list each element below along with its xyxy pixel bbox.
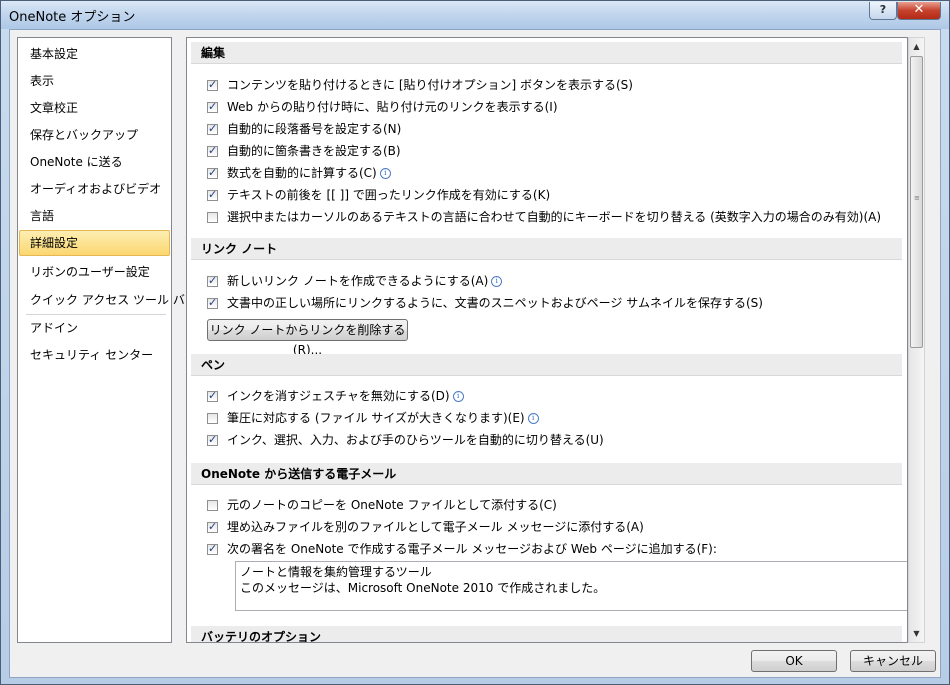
option-label: Web からの貼り付け時に、貼り付け元のリンクを表示する(I) — [227, 100, 558, 114]
checkbox[interactable] — [207, 432, 218, 448]
section-header-linked-notes: リンク ノート — [191, 238, 902, 260]
signature-line: ノートと情報を集約管理するツール — [240, 565, 432, 579]
option-pressure-sensitivity[interactable]: 筆圧に対応する (ファイル サイズが大きくなります)(E) i — [207, 409, 539, 427]
option-label: 数式を自動的に計算する(C) — [227, 166, 377, 180]
settings-panel: 編集 コンテンツを貼り付けるときに [貼り付けオプション] ボタンを表示する(S… — [186, 37, 908, 643]
checkbox[interactable] — [207, 121, 218, 137]
options-dialog: OneNote オプション ? ✕ 基本設定 表示 文章校正 保存とバックアップ… — [0, 0, 950, 685]
remove-links-button[interactable]: リンク ノートからリンクを削除する(R)... — [207, 319, 408, 357]
option-auto-numbering[interactable]: 自動的に段落番号を設定する(N) — [207, 120, 401, 138]
checkbox[interactable] — [207, 413, 218, 424]
grip-icon: ≡ — [914, 194, 920, 202]
checkbox[interactable] — [207, 212, 218, 223]
option-auto-keyboard[interactable]: 選択中またはカーソルのあるテキストの言語に合わせて自動的にキーボードを切り替える… — [207, 208, 881, 226]
category-list: 基本設定 表示 文章校正 保存とバックアップ OneNote に送る オーディオ… — [17, 37, 197, 643]
nav-item-trust-center[interactable]: セキュリティ センター — [19, 342, 170, 368]
option-allow-linked-notes[interactable]: 新しいリンク ノートを作成できるようにする(A)i — [207, 272, 503, 290]
option-label: コンテンツを貼り付けるときに [貼り付けオプション] ボタンを表示する(S) — [227, 78, 633, 92]
close-button[interactable]: ✕ — [897, 2, 941, 20]
scrollbar-thumb[interactable]: ≡ — [910, 56, 923, 348]
option-label: 自動的に段落番号を設定する(N) — [227, 122, 402, 136]
option-label: 次の署名を OneNote で作成する電子メール メッセージおよび Web ペー… — [227, 542, 717, 556]
option-label: 埋め込みファイルを別のファイルとして電子メール メッセージに添付する(A) — [227, 520, 644, 534]
checkbox[interactable] — [207, 187, 218, 203]
info-icon[interactable]: i — [452, 391, 464, 402]
option-label: 新しいリンク ノートを作成できるようにする(A) — [227, 274, 489, 288]
checkbox[interactable] — [207, 500, 218, 511]
section-header-email: OneNote から送信する電子メール — [191, 463, 902, 485]
checkbox[interactable] — [207, 165, 218, 181]
vertical-scrollbar[interactable]: ▲ ≡ ▼ — [908, 37, 925, 643]
option-auto-calculate[interactable]: 数式を自動的に計算する(C)i — [207, 164, 391, 182]
nav-item-audio-video[interactable]: オーディオおよびビデオ — [19, 176, 170, 202]
nav-item-language[interactable]: 言語 — [19, 203, 170, 229]
ok-button[interactable]: OK — [751, 650, 837, 672]
section-header-battery: バッテリのオプション — [191, 626, 902, 642]
signature-line: このメッセージは、Microsoft OneNote 2010 で作成されました… — [240, 581, 606, 595]
option-attach-onenote-copy[interactable]: 元のノートのコピーを OneNote ファイルとして添付する(C) — [207, 496, 557, 514]
section-header-edit: 編集 — [191, 42, 902, 64]
info-icon[interactable]: i — [379, 168, 391, 179]
option-disable-scratchout[interactable]: インクを消すジェスチャを無効にする(D)i — [207, 387, 464, 405]
nav-item-save-backup[interactable]: 保存とバックアップ — [19, 122, 170, 148]
option-show-source-link[interactable]: Web からの貼り付け時に、貼り付け元のリンクを表示する(I) — [207, 98, 558, 116]
option-label: 自動的に箇条書きを設定する(B) — [227, 144, 401, 158]
signature-textbox[interactable]: ノートと情報を集約管理するツール このメッセージは、Microsoft OneN… — [235, 561, 907, 611]
nav-item-general[interactable]: 基本設定 — [19, 41, 170, 67]
help-button[interactable]: ? — [869, 2, 897, 20]
nav-item-quick-access-toolbar[interactable]: クイック アクセス ツール バー — [19, 287, 197, 313]
option-label: 選択中またはカーソルのあるテキストの言語に合わせて自動的にキーボードを切り替える… — [227, 210, 882, 224]
nav-item-proofing[interactable]: 文章校正 — [19, 95, 170, 121]
checkbox[interactable] — [207, 388, 218, 404]
nav-item-add-ins[interactable]: アドイン — [19, 315, 170, 341]
section-header-pen: ペン — [191, 354, 902, 376]
option-label: インク、選択、入力、および手のひらツールを自動的に切り替える(U) — [227, 433, 604, 447]
dialog-client-area: 基本設定 表示 文章校正 保存とバックアップ OneNote に送る オーディオ… — [9, 29, 941, 678]
option-label: 元のノートのコピーを OneNote ファイルとして添付する(C) — [227, 498, 557, 512]
cancel-button[interactable]: キャンセル — [850, 650, 936, 672]
window-title: OneNote オプション — [9, 10, 136, 25]
checkbox[interactable] — [207, 295, 218, 311]
scroll-up-arrow-icon[interactable]: ▲ — [909, 38, 924, 55]
option-save-snippets[interactable]: 文書中の正しい場所にリンクするように、文書のスニペットおよびページ サムネイルを… — [207, 294, 763, 312]
nav-item-customize-ribbon[interactable]: リボンのユーザー設定 — [19, 259, 170, 285]
checkbox[interactable] — [207, 77, 218, 93]
checkbox[interactable] — [207, 519, 218, 535]
nav-item-display[interactable]: 表示 — [19, 68, 170, 94]
checkbox[interactable] — [207, 143, 218, 159]
option-label: テキストの前後を [[ ]] で囲ったリンク作成を有効にする(K) — [227, 188, 551, 202]
option-label: 文書中の正しい場所にリンクするように、文書のスニペットおよびページ サムネイルを… — [227, 296, 763, 310]
option-label: インクを消すジェスチャを無効にする(D) — [227, 389, 450, 403]
option-wiki-links[interactable]: テキストの前後を [[ ]] で囲ったリンク作成を有効にする(K) — [207, 186, 550, 204]
option-auto-switch-tools[interactable]: インク、選択、入力、および手のひらツールを自動的に切り替える(U) — [207, 431, 604, 449]
option-show-paste-options[interactable]: コンテンツを貼り付けるときに [貼り付けオプション] ボタンを表示する(S) — [207, 76, 633, 94]
option-add-signature[interactable]: 次の署名を OneNote で作成する電子メール メッセージおよび Web ペー… — [207, 540, 717, 558]
option-attach-embedded-files[interactable]: 埋め込みファイルを別のファイルとして電子メール メッセージに添付する(A) — [207, 518, 644, 536]
nav-item-advanced[interactable]: 詳細設定 — [19, 230, 170, 256]
info-icon[interactable]: i — [527, 413, 539, 424]
nav-item-send-to-onenote[interactable]: OneNote に送る — [19, 149, 170, 175]
title-bar[interactable]: OneNote オプション ? ✕ — [1, 1, 949, 29]
info-icon[interactable]: i — [491, 276, 503, 287]
scroll-down-arrow-icon[interactable]: ▼ — [909, 625, 924, 642]
checkbox[interactable] — [207, 99, 218, 115]
checkbox[interactable] — [207, 273, 218, 289]
option-label: 筆圧に対応する (ファイル サイズが大きくなります)(E) — [227, 411, 525, 425]
option-auto-bullets[interactable]: 自動的に箇条書きを設定する(B) — [207, 142, 401, 160]
checkbox[interactable] — [207, 541, 218, 557]
